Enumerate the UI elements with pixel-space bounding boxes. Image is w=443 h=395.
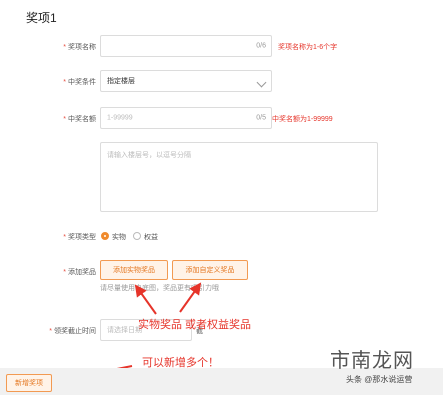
annotation-arrows <box>70 282 202 382</box>
add-award-item-button[interactable]: 新增奖项 <box>6 374 52 392</box>
watermark-logo: 市南龙网 <box>330 348 414 372</box>
arrow-to-custom-button <box>179 282 202 313</box>
watermark-subtitle: 头条 @那水说运营 <box>346 375 413 384</box>
arrow-to-physical-button <box>134 284 157 315</box>
